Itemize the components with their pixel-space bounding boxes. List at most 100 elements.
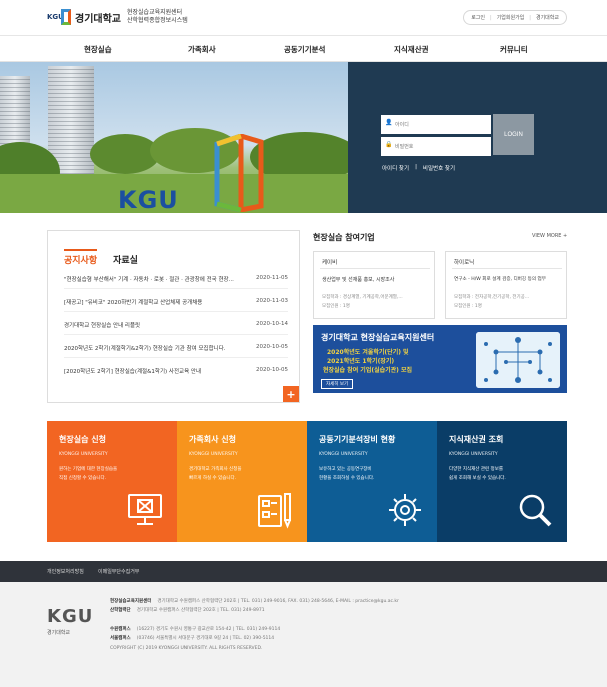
footer-info-line: 서울캠퍼스 (03746) 서울특별시 서대문구 경기대로 9길 24 | TEL… [110, 635, 274, 641]
site-logo[interactable]: KGU 경기대학교 현장실습교육지원센터 산학협력종합정보시스템 [47, 7, 188, 27]
notice-more-button[interactable]: + [283, 386, 299, 402]
list-item[interactable]: 경기대학교 현장실습 안내 리플릿 2020-10-14 [64, 321, 288, 329]
company-card[interactable]: 하이로닉 연구소 - H/W 회로 설계 검증, 디버깅 등의 업무 모집학과 … [445, 251, 567, 319]
footer-logo-name: 경기대학교 [47, 630, 71, 636]
document-pen-icon [258, 493, 291, 529]
banner-title: 경기대학교 현장실습교육지원센터 [321, 333, 435, 342]
company-description: 연구소 - H/W 회로 설계 검증, 디버깅 등의 업무 [454, 277, 546, 282]
company-name: 하이로닉 [454, 260, 475, 266]
quick-box-title: 가족회사 신청 [189, 435, 236, 444]
quick-box-practice-apply[interactable]: 현장실습 신청 KYONGGI UNIVERSITY 원하는 기업에 대한 현장… [47, 421, 177, 542]
banner-line-4: 현장실습 참여 기업(실습기관) 모집 [323, 367, 413, 374]
logo-subtitle-2: 산학협력종합정보시스템 [127, 17, 188, 24]
site-header: KGU 경기대학교 현장실습교육지원센터 산학협력종합정보시스템 로그인 | 기… [0, 0, 607, 36]
hero-brand-text: KGU [118, 186, 179, 213]
main-nav: 현장실습 가족회사 공동기기분석 지식재산권 커뮤니티 [0, 36, 607, 62]
banner-detail-button[interactable]: 자세히 보기 [321, 379, 354, 389]
footer-text: 경기대학교 수원캠퍼스 산학협력단 202호 | TEL. 031) 249-9… [157, 599, 399, 604]
quick-box-desc: 직접 신청할 수 있습니다. [59, 476, 107, 481]
footer-label: 수원캠퍼스 [110, 627, 131, 632]
campus-photo: KGU [0, 62, 348, 213]
find-id-link[interactable]: 아이디 찾기 [382, 164, 409, 172]
footer-text: (03746) 서울특별시 서대문구 경기대로 9길 24 | TEL. 02)… [136, 636, 275, 641]
banner-line-3: 2021학년도 1학기(장기) [327, 358, 395, 365]
quick-box-desc: 쉽게 조회해 보실 수 있습니다. [449, 476, 506, 481]
footer-label: 현장실습교육지원센터 [110, 599, 152, 604]
list-item[interactable]: "현장실습형 부산해서" 기계 · 자동차 · 로봇 · 절관 · 관광창에 전… [64, 275, 288, 283]
login-link[interactable]: 로그인 [471, 14, 485, 21]
tab-resources[interactable]: 자료실 [113, 249, 138, 266]
quick-box-subtitle: KYONGGI UNIVERSITY [319, 452, 368, 457]
notice-title[interactable]: 경기대학교 현장실습 안내 리플릿 [64, 321, 244, 329]
quick-box-subtitle: KYONGGI UNIVERSITY [449, 452, 498, 457]
list-item[interactable]: [재공고] "유비코" 2020하반기 계절학교 산업체제 공개채용 2020-1… [64, 298, 288, 306]
notice-title[interactable]: [2020학년도 2학기] 현장실습(계절&1학기) 사전교육 안내 [64, 367, 244, 375]
footer-logo: KGU 경기대학교 [47, 606, 93, 636]
login-button[interactable]: LOGIN [493, 114, 534, 155]
quick-box-title: 현장실습 신청 [59, 435, 106, 444]
nav-item-ip[interactable]: 지식재산권 [394, 44, 429, 55]
site-footer: KGU 경기대학교 현장실습교육지원센터 경기대학교 수원캠퍼스 산학협력단 20… [0, 582, 607, 687]
notice-title[interactable]: "현장실습형 부산해서" 기계 · 자동차 · 로봇 · 절관 · 관광창에 전… [64, 275, 244, 283]
login-id-input[interactable] [381, 115, 491, 134]
kgu-home-link[interactable]: 경기대학교 [536, 14, 559, 21]
kgu-logo-mark: KGU [47, 7, 71, 27]
companies-title: 현장실습 참여기업 [313, 233, 375, 242]
company-headcount: 모집인원 : 1명 [322, 304, 350, 309]
magnifier-icon [519, 494, 552, 527]
quick-box-desc: 다양한 지식재산 관련 정보를 [449, 467, 503, 472]
company-signup-link[interactable]: 기업회원가입 [497, 14, 525, 21]
find-password-link[interactable]: 비밀번호 찾기 [423, 164, 455, 172]
monitor-icon [128, 494, 162, 525]
quick-box-desc: 빠르게 하실 수 있습니다. [189, 476, 237, 481]
footer-label: 서울캠퍼스 [110, 636, 131, 641]
company-majors: 모집학과 : 경상계열, 기계공학,어문계열,... [322, 295, 403, 300]
footer-info-line: 산학협력단 경기대학교 수원캠퍼스 산학협력단 202호 | TEL. 031) … [110, 607, 265, 613]
quick-box-ip-search[interactable]: 지식재산권 조회 KYONGGI UNIVERSITY 다양한 지식재산 관련 … [437, 421, 567, 542]
footer-text: 경기대학교 수원캠퍼스 산학협력단 202호 | TEL. 031) 249-8… [136, 608, 265, 613]
login-help-links: 아이디 찾기 | 비밀번호 찾기 [382, 164, 455, 172]
company-card[interactable]: 케이비 생산업무 및 선재품 홍보, 시장조사 모집학과 : 경상계열, 기계공… [313, 251, 435, 319]
footer-text: COPYRIGHT (C) 2019 KYONGGI UNIVERSITY. A… [110, 646, 263, 651]
privacy-policy-link[interactable]: 개인정보처리방침 [47, 568, 84, 575]
footer-text: (16227) 경기도 수원시 영통구 광교산로 154-42 | TEL. 0… [136, 627, 281, 632]
company-majors: 모집학과 : 전자공학,전기공학, 전기공... [454, 295, 530, 300]
login-link-separator: | [415, 164, 417, 170]
footer-info-line: 현장실습교육지원센터 경기대학교 수원캠퍼스 산학협력단 202호 | TEL. … [110, 598, 399, 604]
quick-box-family-company[interactable]: 가족회사 신청 KYONGGI UNIVERSITY 경기대학교 가족회사 신청… [177, 421, 307, 542]
campus-sculpture [214, 134, 264, 212]
login-password-input[interactable] [381, 137, 491, 156]
view-more-link[interactable]: VIEW MORE + [532, 233, 567, 239]
notice-board: 공지사항 자료실 "현장실습형 부산해서" 기계 · 자동차 · 로봇 · 절관… [47, 230, 300, 403]
copyright: COPYRIGHT (C) 2019 KYONGGI UNIVERSITY. A… [110, 646, 262, 651]
list-item[interactable]: [2020학년도 2학기] 현장실습(계절&1학기) 사전교육 안내 2020-1… [64, 367, 288, 375]
quick-box-equipment[interactable]: 공동기기분석장비 현황 KYONGGI UNIVERSITY 보유하고 있는 공… [307, 421, 437, 542]
quick-box-desc: 원하는 기업에 대한 현장실습을 [59, 467, 118, 472]
footer-label: 산학협력단 [110, 608, 131, 613]
company-description: 생산업무 및 선재품 홍보, 시장조사 [322, 277, 395, 283]
footer-info-line: 수원캠퍼스 (16227) 경기도 수원시 영통구 광교산로 154-42 | T… [110, 626, 280, 632]
quick-box-subtitle: KYONGGI UNIVERSITY [59, 452, 108, 457]
recruit-banner[interactable]: 경기대학교 현장실습교육지원센터 2020학년도 겨울학기(단기) 및 2021… [313, 325, 567, 393]
tab-notice[interactable]: 공지사항 [64, 249, 98, 266]
nav-item-field-practice[interactable]: 현장실습 [84, 44, 112, 55]
quick-box-desc: 현황을 조회하실 수 있습니다. [319, 476, 375, 481]
email-refusal-link[interactable]: 이메일무단수집거부 [98, 568, 139, 575]
footer-logo-short: KGU [47, 606, 94, 627]
notice-title[interactable]: [재공고] "유비코" 2020하반기 계절학교 산업체제 공개채용 [64, 298, 244, 306]
notice-title[interactable]: 2020학년도 2학기(계절학기&2학기) 현장실습 기관 참여 모집합니다. [64, 344, 244, 352]
logo-subtitle-1: 현장실습교육지원센터 [127, 9, 183, 16]
list-item[interactable]: 2020학년도 2학기(계절학기&2학기) 현장실습 기관 참여 모집합니다. 2… [64, 344, 288, 352]
gear-icon [389, 494, 421, 526]
logo-subtitle: 현장실습교육지원센터 산학협력종합정보시스템 [127, 9, 188, 25]
lock-icon: 🔒 [385, 141, 393, 148]
nav-item-family-company[interactable]: 가족회사 [188, 44, 216, 55]
footer-link-bar: 개인정보처리방침 이메일무단수집거부 [0, 561, 607, 582]
quick-box-title: 지식재산권 조회 [449, 435, 504, 444]
nav-item-equipment[interactable]: 공동기기분석 [284, 44, 325, 55]
network-illustration-icon [476, 332, 560, 388]
nav-item-community[interactable]: 커뮤니티 [500, 44, 528, 55]
notice-date: 2020-10-05 [256, 367, 288, 373]
quick-box-subtitle: KYONGGI UNIVERSITY [189, 452, 238, 457]
banner-line-2: 2020학년도 겨울학기(단기) 및 [327, 349, 409, 356]
